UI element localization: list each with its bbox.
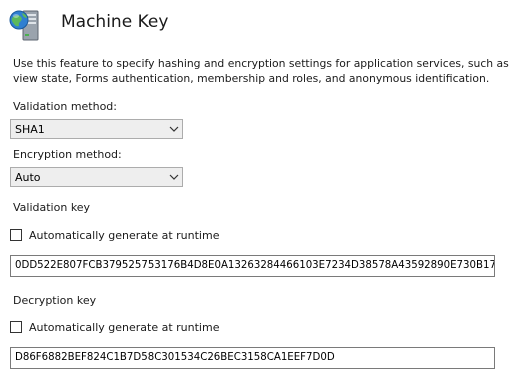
encryption-method-label: Encryption method: [13, 148, 122, 161]
decryption-key-input[interactable]: D86F6882BEF824C1B7D58C301534C26BEC3158CA… [10, 347, 495, 369]
page-title: Machine Key [61, 12, 169, 32]
validation-method-select[interactable]: SHA1 [10, 119, 183, 139]
chevron-down-icon [166, 120, 182, 138]
feature-description: Use this feature to specify hashing and … [13, 57, 509, 85]
validation-key-auto-generate-label[interactable]: Automatically generate at runtime [29, 229, 219, 242]
validation-key-auto-generate-row[interactable]: Automatically generate at runtime [10, 227, 219, 243]
page-header [8, 7, 42, 43]
server-globe-icon [8, 8, 42, 42]
decryption-key-auto-generate-label[interactable]: Automatically generate at runtime [29, 321, 219, 334]
decryption-key-label: Decryption key [13, 294, 97, 307]
validation-key-auto-generate-checkbox[interactable] [10, 229, 22, 241]
encryption-method-value: Auto [15, 170, 41, 184]
validation-method-label: Validation method: [13, 100, 118, 113]
validation-method-value: SHA1 [15, 122, 45, 136]
decryption-key-auto-generate-row[interactable]: Automatically generate at runtime [10, 319, 219, 335]
encryption-method-select[interactable]: Auto [10, 167, 183, 187]
validation-key-input[interactable]: 0DD522E807FCB379525753176B4D8E0A13263284… [10, 255, 495, 277]
chevron-down-icon [166, 168, 182, 186]
validation-key-label: Validation key [13, 201, 91, 214]
decryption-key-auto-generate-checkbox[interactable] [10, 321, 22, 333]
machine-key-page: Machine Key Use this feature to specify … [0, 0, 518, 386]
